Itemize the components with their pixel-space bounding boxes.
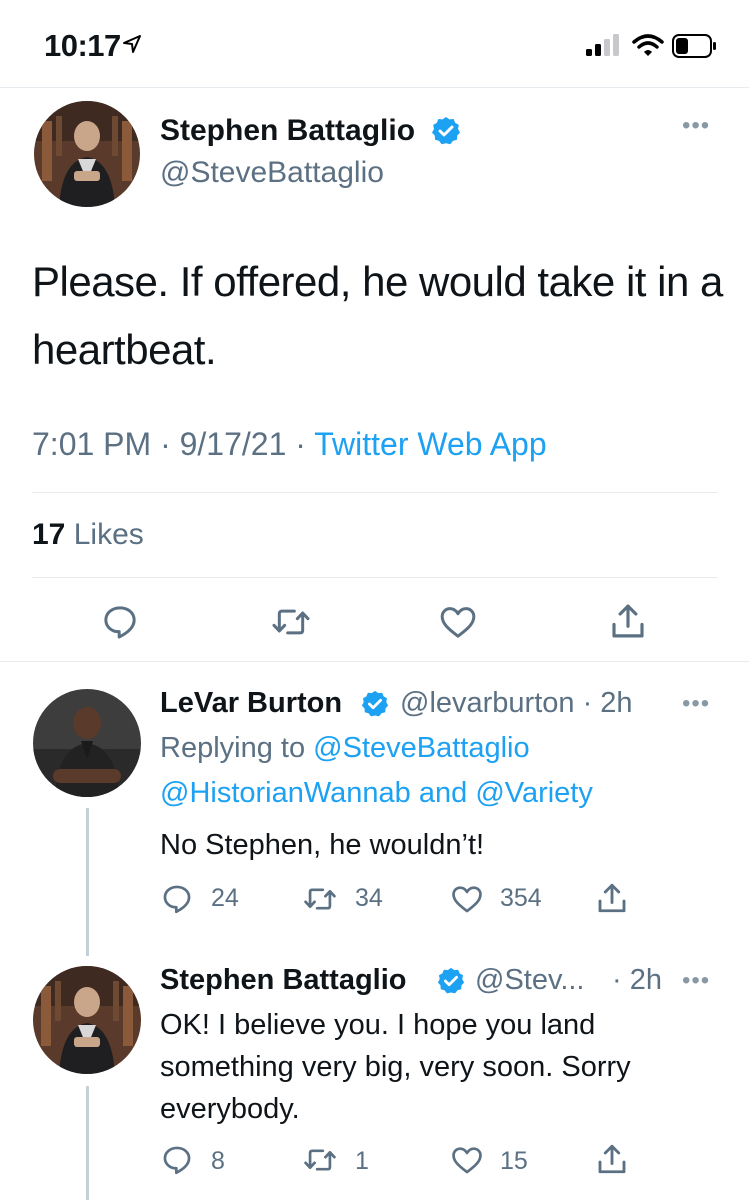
author-handle[interactable]: @levarburton · 2h [400,687,633,720]
author-handle[interactable]: @Stev... [475,964,585,997]
wifi-icon [632,34,664,56]
reply-icon[interactable] [160,1143,194,1177]
verified-badge-icon [361,690,389,717]
replying-and: and [410,777,476,809]
reply-icon[interactable] [160,882,194,916]
like-icon[interactable] [449,1143,485,1177]
divider [32,492,718,493]
more-options-icon[interactable]: ••• [682,112,710,140]
like-icon[interactable] [437,602,479,642]
retweet-count: 34 [355,884,383,912]
replying-to: Replying to @SteveBattaglio [160,727,530,769]
thread-line [86,1086,89,1200]
avatar[interactable] [33,689,141,797]
share-icon[interactable] [607,600,649,642]
like-icon[interactable] [449,882,485,916]
author-handle[interactable]: @SteveBattaglio [160,156,384,190]
mention-link[interactable]: @Variety [475,777,593,809]
status-bar: 10:17 [0,0,749,88]
battery-icon [672,34,716,58]
tweet-client-link[interactable]: Twitter Web App [314,426,546,462]
retweet-icon[interactable] [302,882,338,916]
like-count: 15 [500,1147,528,1175]
status-time: 10:17 [44,28,121,63]
divider [32,577,718,578]
verified-badge-icon [437,967,465,994]
avatar[interactable] [34,101,140,207]
signal-icon [586,34,619,56]
tweet-text: Please. If offered, he would take it in … [32,258,723,373]
likes-label: Likes [73,518,144,551]
author-name[interactable]: Stephen Battaglio [160,964,407,997]
tweet-time: · 2h [612,964,662,996]
main-tweet: Stephen Battaglio @SteveBattaglio ••• Pl… [0,88,749,662]
thread-line [86,808,89,956]
likes-summary[interactable]: 17 Likes [32,518,144,552]
share-icon[interactable] [594,880,630,916]
author-name[interactable]: LeVar Burton [160,687,342,720]
likes-count: 17 [32,518,66,551]
tweet-text: OK! I believe you. I hope you land somet… [160,1009,631,1125]
retweet-icon[interactable] [270,602,312,642]
mention-link[interactable]: @HistorianWannab [160,777,411,809]
location-arrow-icon [123,35,141,53]
like-count: 354 [500,884,542,912]
more-options-icon[interactable]: ••• [682,690,710,718]
tweet-meta: 7:01 PM · 9/17/21 · Twitter Web App [32,426,547,463]
author-name[interactable]: Stephen Battaglio [160,114,415,148]
replying-to-label: Replying to [160,732,314,764]
avatar[interactable] [33,966,141,1074]
verified-badge-icon [432,117,460,145]
tweet-timestamp: 7:01 PM · 9/17/21 · [32,426,315,462]
reply-icon[interactable] [100,602,140,642]
retweet-count: 1 [355,1147,369,1175]
reply-count: 24 [211,884,239,912]
more-options-icon[interactable]: ••• [682,967,710,995]
reply-count: 8 [211,1147,225,1175]
retweet-icon[interactable] [302,1143,338,1177]
mention-link[interactable]: @SteveBattaglio [313,732,529,764]
tweet-text: No Stephen, he wouldn’t! [160,829,485,861]
share-icon[interactable] [594,1141,630,1177]
replying-to-continued: @HistorianWannab and @Variety [160,772,593,814]
